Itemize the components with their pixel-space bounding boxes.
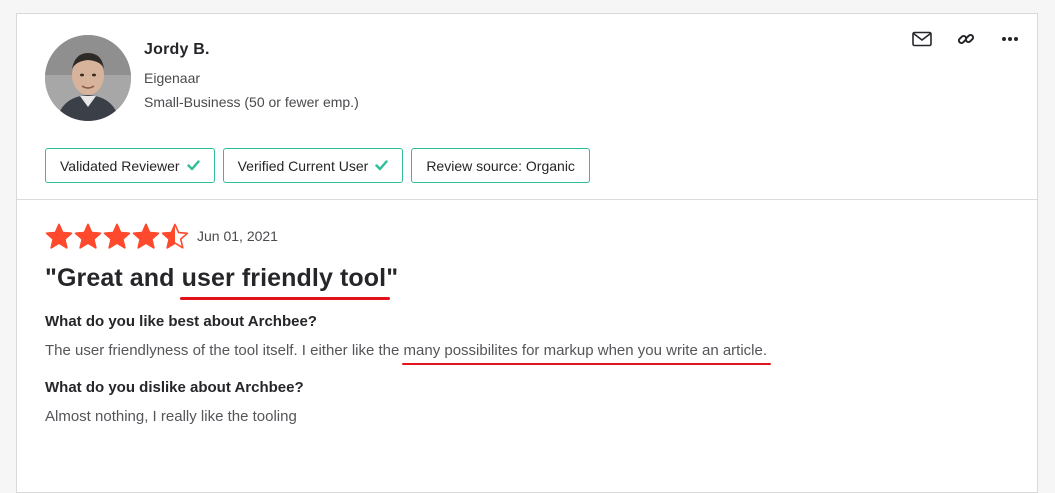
more-icon [1002, 37, 1018, 41]
review-title-start: "Great and [45, 264, 182, 292]
star-icon [132, 223, 160, 249]
reviewer-name[interactable]: Jordy B. [144, 41, 210, 59]
review-header: Jordy B. Eigenaar Small-Business (50 or … [17, 14, 1037, 200]
avatar[interactable] [45, 35, 131, 121]
review-actions [911, 28, 1021, 50]
star-icon [103, 223, 131, 249]
reviewer-company-size: Small-Business (50 or fewer emp.) [144, 94, 359, 110]
mail-button[interactable] [911, 28, 933, 50]
check-icon [186, 160, 200, 171]
rating-row: Jun 01, 2021 [45, 214, 1009, 258]
question-dislike: What do you dislike about Archbee? [45, 379, 304, 396]
badge-label: Verified Current User [237, 157, 369, 174]
review-body: Jun 01, 2021 "Great and user friendly to… [45, 214, 1009, 425]
badge-label: Review source: Organic [426, 157, 575, 174]
reviewer-badges: Validated Reviewer Verified Current User… [45, 148, 590, 183]
answer-like-best-highlight: many possibilites for markup when you wr… [401, 342, 771, 365]
link-button[interactable] [955, 28, 977, 50]
more-button[interactable] [999, 28, 1021, 50]
review-card: Jordy B. Eigenaar Small-Business (50 or … [16, 13, 1038, 493]
badge-verified-current-user[interactable]: Verified Current User [222, 148, 404, 183]
answer-like-best-text: The user friendlyness of the tool itself… [45, 342, 404, 359]
review-title-end: " [386, 264, 399, 292]
mail-icon [912, 31, 932, 47]
answer-dislike: Almost nothing, I really like the toolin… [45, 408, 297, 425]
person-avatar-icon [45, 35, 131, 121]
badge-label: Validated Reviewer [60, 157, 180, 174]
review-title-highlight: user friendly tool [179, 264, 390, 300]
reviewer-role: Eigenaar [144, 70, 201, 86]
answer-like-best: The user friendlyness of the tool itself… [45, 342, 1009, 365]
link-icon [957, 33, 975, 45]
badge-validated-reviewer[interactable]: Validated Reviewer [45, 148, 215, 183]
badge-review-source[interactable]: Review source: Organic [411, 148, 590, 183]
review-date: Jun 01, 2021 [197, 228, 278, 244]
star-icon [45, 223, 73, 249]
star-rating [45, 223, 189, 250]
question-like-best: What do you like best about Archbee? [45, 313, 317, 330]
star-icon [161, 223, 189, 249]
star-icon [74, 223, 102, 249]
check-icon [375, 160, 389, 171]
review-title[interactable]: "Great and user friendly tool" [45, 264, 399, 300]
